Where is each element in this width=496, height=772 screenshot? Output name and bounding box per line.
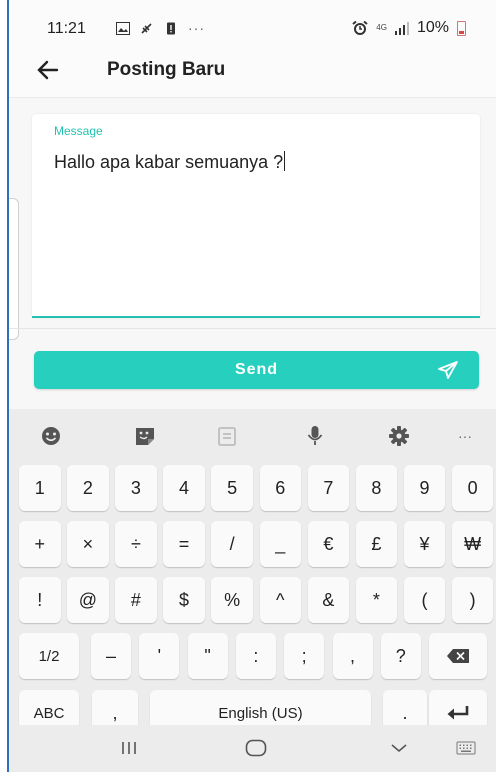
key[interactable]: 1 (19, 465, 61, 511)
key[interactable]: @ (67, 577, 109, 623)
signal-icon (394, 21, 409, 35)
microphone-icon[interactable] (304, 425, 326, 447)
key[interactable]: × (67, 521, 109, 567)
field-underline (32, 316, 480, 318)
message-text: Hallo apa kabar semuanya ? (54, 152, 284, 172)
clipboard-icon[interactable] (216, 425, 238, 447)
key[interactable]: 7 (307, 465, 350, 511)
divider (9, 328, 496, 329)
key[interactable]: ) (451, 577, 494, 623)
side-handle (9, 198, 19, 340)
key[interactable]: , (332, 633, 373, 679)
more-icon[interactable]: ··· (454, 425, 476, 447)
keyboard-switch-icon[interactable] (455, 737, 477, 759)
settings-icon[interactable] (388, 425, 410, 447)
key[interactable]: 8 (355, 465, 398, 511)
key[interactable]: ÷ (115, 521, 157, 567)
send-button[interactable]: Send (34, 351, 479, 389)
key[interactable]: % (211, 577, 253, 623)
key[interactable]: ^ (259, 577, 301, 623)
message-input[interactable]: Hallo apa kabar semuanya ? (54, 151, 286, 173)
status-bar: 11:21 ··· 4G 10% (9, 0, 496, 42)
key[interactable]: ? (380, 633, 421, 679)
key[interactable]: * (355, 577, 398, 623)
key[interactable]: " (187, 633, 228, 679)
backspace-icon (447, 649, 469, 663)
key[interactable]: = (163, 521, 205, 567)
key[interactable]: _ (259, 521, 301, 567)
satellite-icon (141, 22, 152, 34)
battery-percent: 10% (416, 19, 449, 36)
key[interactable]: ! (19, 577, 61, 623)
text-caret (284, 151, 286, 171)
key[interactable]: – (91, 633, 131, 679)
more-notifications: ··· (188, 20, 205, 36)
key[interactable]: # (115, 577, 157, 623)
keyboard-toolbar: ··· (9, 409, 496, 463)
key[interactable]: 3 (115, 465, 157, 511)
key[interactable]: $ (163, 577, 205, 623)
key[interactable]: & (307, 577, 350, 623)
battery-icon (457, 20, 466, 36)
gallery-icon (116, 21, 130, 35)
arrow-left-icon[interactable] (35, 57, 61, 83)
message-field[interactable]: Message Hallo apa kabar semuanya ? (32, 114, 480, 318)
key[interactable]: £ (355, 521, 398, 567)
key[interactable]: ( (403, 577, 446, 623)
key[interactable]: ¥ (403, 521, 446, 567)
send-label: Send (234, 361, 279, 378)
status-time: 11:21 (47, 20, 86, 37)
backspace-key[interactable] (429, 633, 487, 679)
key[interactable]: 5 (211, 465, 253, 511)
key[interactable]: € (307, 521, 350, 567)
more-label: ··· (458, 428, 472, 444)
key[interactable]: : (235, 633, 276, 679)
key[interactable]: 0 (451, 465, 494, 511)
key[interactable]: ; (284, 633, 325, 679)
status-right: 4G 10% (352, 19, 466, 37)
key[interactable]: 2 (67, 465, 109, 511)
emoji-icon[interactable] (40, 425, 62, 447)
page-title: Posting Baru (107, 59, 226, 80)
paper-plane-icon (438, 361, 458, 379)
phone-screen: 11:21 ··· 4G 10% Posting Baru Message Ha… (0, 0, 496, 772)
enter-icon (447, 706, 469, 720)
network-type: 4G (376, 23, 387, 32)
on-screen-keyboard: ··· 1 2 3 4 5 6 7 8 9 0 + × ÷ = / _ € £ ¥ ₩! @ # $% ^ & *() 1/2– ' "… (9, 409, 496, 736)
recent-apps-icon[interactable] (119, 737, 139, 759)
alarm-icon (352, 21, 368, 35)
key[interactable]: ' (139, 633, 180, 679)
alert-icon (167, 22, 175, 34)
key-symbol-page[interactable]: 1/2 (19, 633, 79, 679)
sticker-icon[interactable] (134, 425, 156, 447)
message-label: Message (54, 124, 103, 138)
home-icon[interactable] (244, 737, 268, 759)
key[interactable]: 6 (259, 465, 301, 511)
key[interactable]: 4 (163, 465, 205, 511)
key[interactable]: / (211, 521, 253, 567)
key[interactable]: ₩ (451, 521, 494, 567)
key[interactable]: + (19, 521, 61, 567)
notification-icons: ··· (116, 20, 205, 36)
navigation-bar (9, 725, 496, 772)
app-bar: Posting Baru (9, 42, 496, 98)
key[interactable]: 9 (403, 465, 446, 511)
hide-keyboard-icon[interactable] (389, 737, 409, 759)
